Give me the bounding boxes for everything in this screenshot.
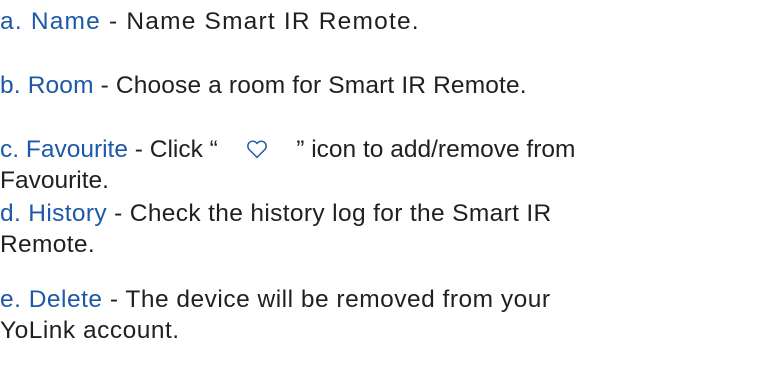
list-item-favourite: c. Favourite - Click “ ” icon to add/rem… — [0, 134, 781, 196]
item-description: - Check the history log for the Smart IR — [106, 200, 552, 227]
item-label: e. Delete — [0, 286, 103, 313]
list-item-delete: e. Delete - The device will be removed f… — [0, 284, 781, 346]
list-item-line: e. Delete - The device will be removed f… — [0, 284, 781, 315]
item-description: - The device will be removed from your — [102, 286, 551, 313]
list-item-line: d. History - Check the history log for t… — [0, 198, 781, 229]
heart-outline-icon — [246, 139, 268, 159]
list-item-line-2: Favourite. — [0, 167, 109, 194]
list-item-line: b. Room - Choose a room for Smart IR Rem… — [0, 70, 781, 101]
item-description: - Name Smart IR Remote. — [101, 8, 420, 35]
item-description-before-icon: - Click “ — [128, 136, 246, 163]
list-item-line: a. Name - Name Smart IR Remote. — [0, 6, 781, 37]
item-description: - Choose a room for Smart IR Remote. — [93, 72, 527, 99]
item-label: b. Room — [0, 72, 94, 99]
list-item-line: c. Favourite - Click “ ” icon to add/rem… — [0, 134, 781, 165]
item-description-after-icon: ” icon to add/remove from — [269, 136, 576, 163]
item-label: c. Favourite — [0, 136, 128, 163]
list-item-name: a. Name - Name Smart IR Remote. — [0, 6, 781, 37]
list-item-line-2: Remote. — [0, 231, 96, 258]
item-label: a. Name — [0, 8, 101, 35]
list-item-history: d. History - Check the history log for t… — [0, 198, 781, 260]
list-item-room: b. Room - Choose a room for Smart IR Rem… — [0, 70, 781, 101]
list-item-line-2: YoLink account. — [0, 317, 180, 344]
item-label: d. History — [0, 200, 107, 227]
